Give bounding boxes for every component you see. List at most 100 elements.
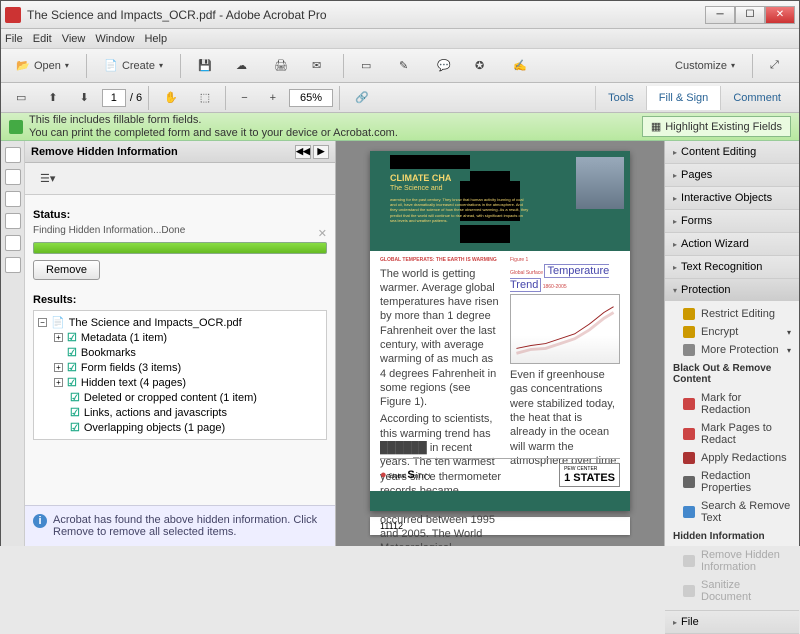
tab-comment[interactable]: Comment <box>720 86 793 110</box>
page-icon: ▭ <box>361 59 375 73</box>
prev-page-button[interactable]: ⬆ <box>39 86 66 109</box>
attachments-icon[interactable] <box>5 191 21 207</box>
menu-file[interactable]: File <box>5 33 23 45</box>
edit-icon: ✎ <box>399 59 413 73</box>
rp-mark-pages[interactable]: Mark Pages to Redact <box>665 419 799 449</box>
panel-collapse-button[interactable]: ◀◀ <box>295 145 311 159</box>
nav-toolbar: ▭ ⬆ ⬇ / 6 ✋ ⬚ − + 🔗 Tools Fill & Sign Co… <box>1 83 799 113</box>
sign-icon: ✍ <box>513 59 527 73</box>
menu-view[interactable]: View <box>62 33 86 45</box>
mail-icon: ✉ <box>312 59 326 73</box>
tool-5[interactable]: ✍ <box>504 54 536 78</box>
folder-icon: 📂 <box>16 59 30 73</box>
tab-tools[interactable]: Tools <box>595 86 646 110</box>
sanitize-icon <box>683 585 695 597</box>
zoom-input[interactable] <box>289 89 333 107</box>
tree-metadata[interactable]: +☑Metadata (1 item) <box>38 330 322 345</box>
chart-graphic <box>511 295 619 363</box>
rp-pages[interactable]: ▸Pages <box>665 164 799 186</box>
shield-icon <box>683 344 695 356</box>
main-toolbar: 📂Open▾ 📄Create▾ 💾 ☁ 🖨 ✉ ▭ ✎ 💬 ✪ ✍ Custom… <box>1 49 799 83</box>
tree-bookmarks[interactable]: ☑Bookmarks <box>38 345 322 360</box>
mail-button[interactable]: ✉ <box>303 54 335 78</box>
remove-button[interactable]: Remove <box>33 260 100 280</box>
thumbnails-icon[interactable] <box>5 147 21 163</box>
expand-button[interactable]: ⤢ <box>761 54 793 78</box>
panel-close-button[interactable]: ▶ <box>313 145 329 159</box>
share-button[interactable]: 🔗 <box>346 86 378 109</box>
status-label: Status: <box>33 209 327 221</box>
menu-edit[interactable]: Edit <box>33 33 52 45</box>
select-tool[interactable]: ⬚ <box>191 86 219 109</box>
bookmarks-icon[interactable] <box>5 169 21 185</box>
minimize-button[interactable]: ─ <box>705 6 735 24</box>
page-count: / 6 <box>130 92 142 104</box>
rp-mark-redaction[interactable]: Mark for Redaction <box>665 389 799 419</box>
signatures-icon[interactable] <box>5 213 21 229</box>
maximize-button[interactable]: ☐ <box>735 6 765 24</box>
right-panel: ▸Content Editing ▸Pages ▸Interactive Obj… <box>664 141 799 546</box>
tool-3[interactable]: 💬 <box>428 54 460 78</box>
cloud-button[interactable]: ☁ <box>227 54 259 78</box>
remove-hidden-icon <box>683 555 695 567</box>
page-input[interactable] <box>102 89 126 107</box>
tool-1[interactable]: ▭ <box>352 54 384 78</box>
rp-file[interactable]: ▸File <box>665 611 799 633</box>
next-page-button[interactable]: ⬇ <box>71 86 98 109</box>
props-icon <box>683 476 695 488</box>
comment-icon: 💬 <box>437 59 451 73</box>
create-button[interactable]: 📄Create▾ <box>95 54 172 78</box>
layers-icon[interactable] <box>5 235 21 251</box>
create-icon: 📄 <box>104 59 118 73</box>
panel-options-button[interactable]: ☰▾ <box>31 167 64 190</box>
status-text: Finding Hidden Information...Done <box>33 225 312 236</box>
apply-icon <box>683 452 695 464</box>
customize-button[interactable]: Customize▾ <box>666 55 744 77</box>
close-button[interactable]: ✕ <box>765 6 795 24</box>
document-view[interactable]: CLIMATE CHA The Science and warming for … <box>336 141 664 546</box>
rp-text-recognition[interactable]: ▸Text Recognition <box>665 256 799 278</box>
rp-content-editing[interactable]: ▸Content Editing <box>665 141 799 163</box>
rp-redaction-props[interactable]: Redaction Properties <box>665 467 799 497</box>
left-panel: Remove Hidden Information ◀◀ ▶ ☰▾ Status… <box>1 141 336 546</box>
open-button[interactable]: 📂Open▾ <box>7 54 78 78</box>
print-button[interactable]: 🖨 <box>265 54 297 78</box>
menu-window[interactable]: Window <box>95 33 134 45</box>
save-icon: 💾 <box>198 59 212 73</box>
key-icon <box>683 326 695 338</box>
menubar: File Edit View Window Help <box>1 29 799 49</box>
results-label: Results: <box>33 294 327 306</box>
tags-icon[interactable] <box>5 257 21 273</box>
rp-encrypt[interactable]: Encrypt▾ <box>665 323 799 341</box>
expand-icon: ⤢ <box>770 59 784 73</box>
rp-forms[interactable]: ▸Forms <box>665 210 799 232</box>
highlight-fields-button[interactable]: ▦Highlight Existing Fields <box>642 116 791 137</box>
save-button[interactable]: 💾 <box>189 54 221 78</box>
tree-links[interactable]: ☑Links, actions and javascripts <box>38 405 322 420</box>
tree-root[interactable]: −📄The Science and Impacts_OCR.pdf <box>38 315 322 330</box>
panel-footer-note: i Acrobat has found the above hidden inf… <box>25 505 335 546</box>
pdf-page: CLIMATE CHA The Science and warming for … <box>370 151 630 511</box>
rp-action-wizard[interactable]: ▸Action Wizard <box>665 233 799 255</box>
tab-fill-sign[interactable]: Fill & Sign <box>646 86 721 110</box>
zoom-in-button[interactable]: + <box>261 87 285 109</box>
hand-tool[interactable]: ✋ <box>155 86 187 109</box>
status-clear-icon[interactable]: ✕ <box>318 227 327 240</box>
rp-interactive[interactable]: ▸Interactive Objects <box>665 187 799 209</box>
rp-search-remove[interactable]: Search & Remove Text <box>665 497 799 527</box>
zoom-out-button[interactable]: − <box>232 87 256 109</box>
show-panel-button[interactable]: ▭ <box>7 86 35 109</box>
tool-4[interactable]: ✪ <box>466 54 498 78</box>
tree-formfields[interactable]: +☑Form fields (3 items) <box>38 360 322 375</box>
menu-help[interactable]: Help <box>144 33 167 45</box>
tree-overlap[interactable]: ☑Overlapping objects (1 page) <box>38 420 322 435</box>
rp-sanitize: Sanitize Document <box>665 576 799 606</box>
rp-protection[interactable]: ▾Protection <box>665 279 799 301</box>
tree-deleted[interactable]: ☑Deleted or cropped content (1 item) <box>38 390 322 405</box>
rp-restrict-editing[interactable]: Restrict Editing <box>665 305 799 323</box>
panel-header: Remove Hidden Information ◀◀ ▶ <box>25 141 335 163</box>
rp-apply-redactions[interactable]: Apply Redactions <box>665 449 799 467</box>
rp-more-protection[interactable]: More Protection▾ <box>665 341 799 359</box>
tree-hiddentext[interactable]: +☑Hidden text (4 pages) <box>38 375 322 390</box>
tool-2[interactable]: ✎ <box>390 54 422 78</box>
